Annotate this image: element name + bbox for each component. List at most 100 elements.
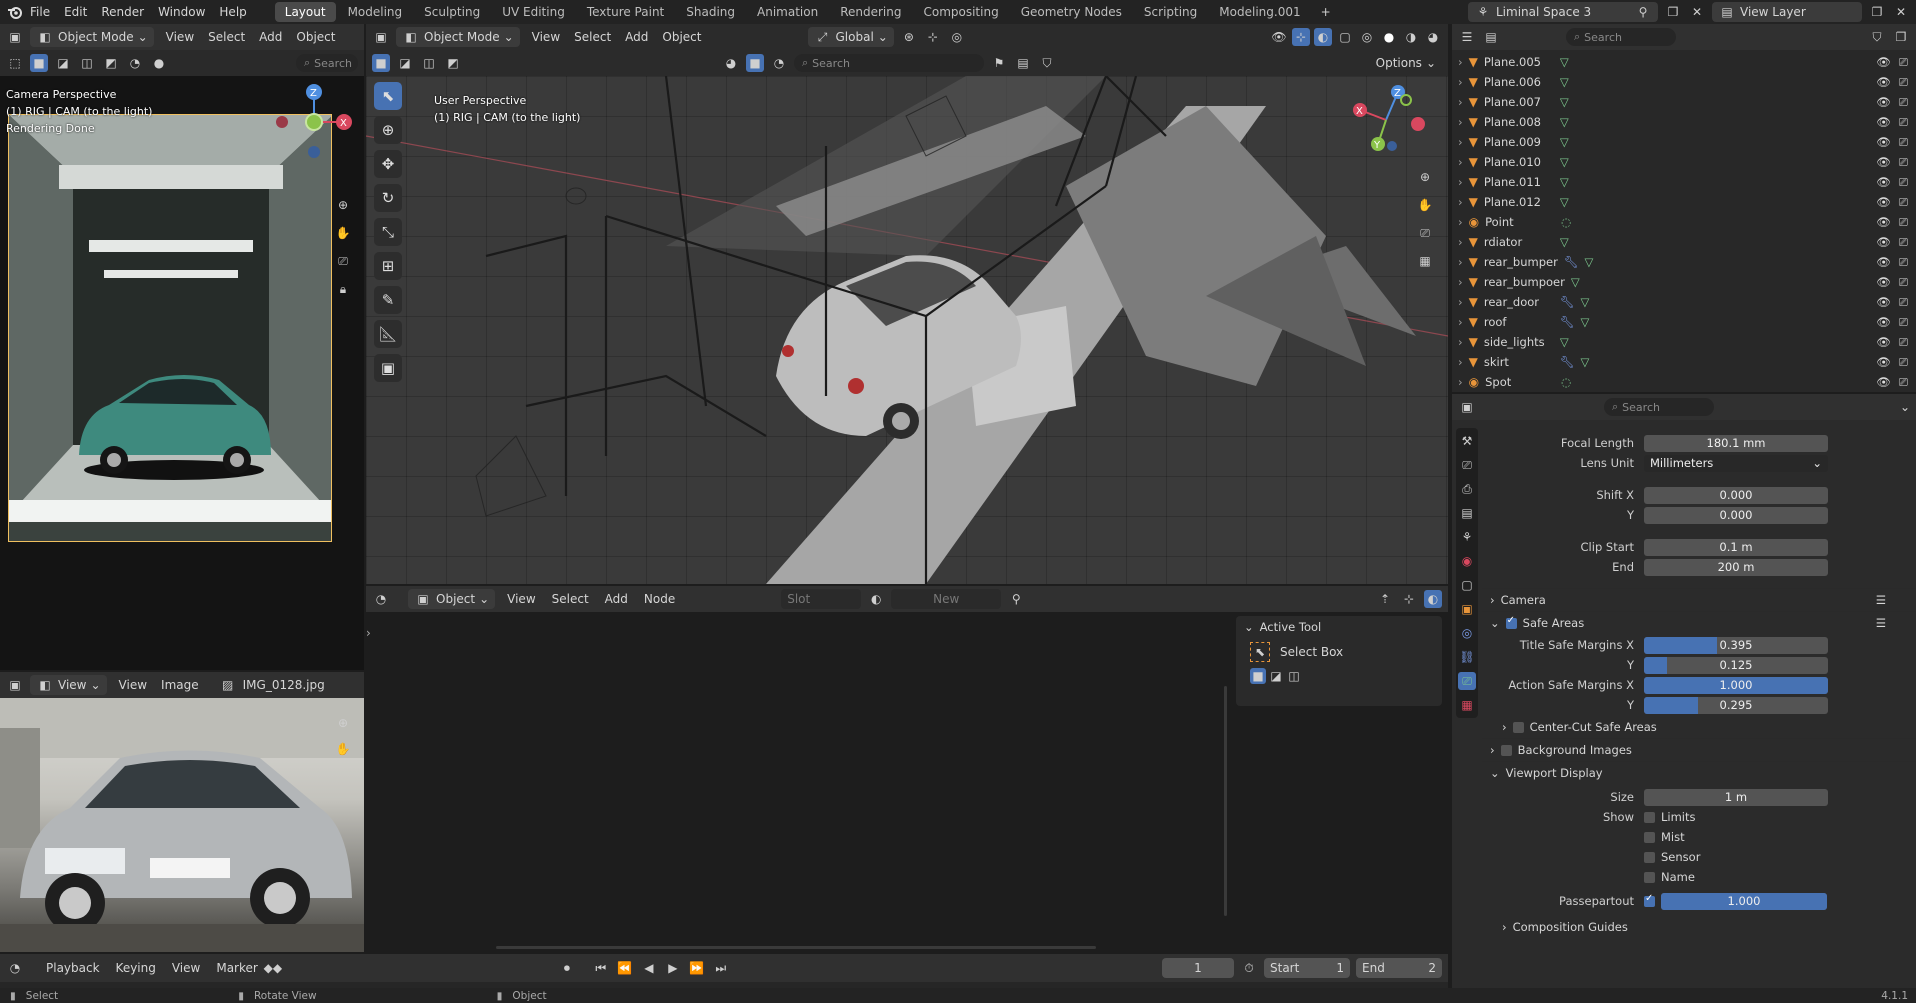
clip-start-field[interactable]: 0.1 m	[1644, 538, 1828, 556]
image-menu-image[interactable]: Image	[161, 678, 199, 692]
mist-checkbox[interactable]	[1644, 831, 1655, 843]
camera-menu-view[interactable]: View	[166, 30, 194, 44]
zoom-icon[interactable]: ⊕	[334, 196, 352, 214]
main-viewport-search[interactable]: ⌕ Search	[794, 54, 984, 72]
tab-rendering[interactable]: Rendering	[830, 2, 911, 22]
display-mode-icon[interactable]: ▤	[1014, 54, 1032, 72]
eye-icon[interactable]: 👁︎	[1876, 135, 1891, 150]
transform-orientation-dropdown[interactable]: ⤢ Global ⌄	[807, 27, 894, 47]
select-subtract-icon[interactable]: ◫	[420, 54, 438, 72]
display-mode-icon[interactable]: ▤	[1482, 28, 1500, 46]
new-scene-icon[interactable]: ❐	[1664, 3, 1682, 21]
sensor-checkbox[interactable]	[1644, 851, 1655, 863]
output-tab-icon[interactable]: ⎙	[1458, 480, 1476, 498]
scale-tool-icon[interactable]: ⤡	[374, 218, 402, 246]
main-mode-dropdown[interactable]: ◧ Object Mode ⌄	[396, 27, 520, 47]
keyframe-icon[interactable]: ◆◆	[264, 959, 282, 977]
background-images-section-header[interactable]: › Background Images	[1482, 738, 1916, 761]
mesh-data-icon[interactable]: ▽	[1560, 115, 1569, 129]
menu-render[interactable]: Render	[101, 5, 144, 19]
modifier-wrench-icon[interactable]: 🔧︎	[1560, 315, 1575, 329]
render-camera-icon[interactable]: ⎚	[1899, 235, 1908, 250]
expand-arrow-icon[interactable]: ›	[1458, 75, 1463, 89]
new-collection-icon[interactable]: ❐	[1892, 28, 1910, 46]
outliner-item[interactable]: › ◉ Spot ◌ 👁︎ ⎚	[1452, 372, 1916, 392]
play-reverse-icon[interactable]: ◀	[640, 959, 658, 977]
mesh-data-icon[interactable]: ▽	[1580, 355, 1589, 369]
menu-edit[interactable]: Edit	[64, 5, 87, 19]
viewport-display-section-header[interactable]: ⌄ Viewport Display	[1482, 761, 1916, 784]
tab-modeling[interactable]: Modeling	[338, 2, 413, 22]
mesh-data-icon[interactable]: ▽	[1571, 275, 1580, 289]
chevron-down-icon[interactable]: ⌄	[1900, 400, 1910, 414]
background-images-checkbox[interactable]	[1500, 744, 1512, 756]
camera-mode-dropdown[interactable]: ◧ Object Mode ⌄	[30, 27, 154, 47]
node-menu-node[interactable]: Node	[644, 592, 675, 606]
view-layer-selector[interactable]: ▤ View Layer	[1712, 2, 1862, 22]
action-safe-y-slider[interactable]: 0.295	[1644, 696, 1828, 714]
auto-keying-icon[interactable]: ⏺	[558, 959, 576, 977]
render-camera-icon[interactable]: ⎚	[1899, 255, 1908, 270]
tab-animation[interactable]: Animation	[747, 2, 828, 22]
bookmark-icon[interactable]: ⚑	[990, 54, 1008, 72]
tab-uv-editing[interactable]: UV Editing	[492, 2, 575, 22]
tab-scripting[interactable]: Scripting	[1134, 2, 1207, 22]
stopwatch-icon[interactable]: ⏱	[1240, 959, 1258, 977]
list-icon[interactable]: ☰	[1876, 616, 1886, 630]
jump-end-icon[interactable]: ⏭	[712, 959, 730, 977]
physics-tab-icon[interactable]: ◎	[1458, 624, 1476, 642]
world-tab-icon[interactable]: ◉	[1458, 552, 1476, 570]
pivot-icon[interactable]: ⊛	[900, 28, 918, 46]
select-subtract-icon[interactable]: ◫	[1286, 668, 1302, 684]
mesh-data-icon[interactable]: ▽	[1584, 255, 1593, 269]
timeline-menu-playback[interactable]: Playback	[46, 961, 100, 975]
scene-tab-icon[interactable]: ⚘	[1458, 528, 1476, 546]
pan-hand-icon[interactable]: ✋	[1416, 196, 1434, 214]
select-new-icon[interactable]: ■	[372, 54, 390, 72]
node-vertical-scrollbar[interactable]	[1224, 686, 1227, 916]
camera-icon[interactable]: ⎚	[1416, 224, 1434, 242]
timeline-menu-keying[interactable]: Keying	[116, 961, 156, 975]
render-camera-icon[interactable]: ⎚	[1899, 55, 1908, 70]
outliner-item[interactable]: › ▼ rear_bumper 🔧︎ ▽ 👁︎ ⎚	[1452, 252, 1916, 272]
shading-wire-icon[interactable]: ◔	[126, 54, 144, 72]
properties-search[interactable]: ⌕ Search	[1604, 398, 1714, 416]
camera-data-tab-icon[interactable]: ⎚	[1458, 672, 1476, 690]
select-box-tool-icon[interactable]: ⬉	[374, 82, 402, 110]
tab-compositing[interactable]: Compositing	[913, 2, 1008, 22]
lens-unit-dropdown[interactable]: Millimeters ⌄	[1644, 454, 1828, 472]
material-shading-icon[interactable]: ◑	[1402, 28, 1420, 46]
camera-menu-add[interactable]: Add	[259, 30, 282, 44]
camera-menu-select[interactable]: Select	[208, 30, 245, 44]
outliner-item[interactable]: › ▼ Plane.008 ▽ 👁︎ ⎚	[1452, 112, 1916, 132]
outliner-item[interactable]: › ▼ roof 🔧︎ ▽ 👁︎ ⎚	[1452, 312, 1916, 332]
render-camera-icon[interactable]: ⎚	[1899, 315, 1908, 330]
xray-icon[interactable]: ▢	[1336, 28, 1354, 46]
eye-icon[interactable]: 👁︎	[1876, 255, 1891, 270]
mesh-data-icon[interactable]: ▽	[1580, 295, 1589, 309]
expand-arrow-icon[interactable]: ›	[1458, 355, 1463, 369]
collection-tab-icon[interactable]: ▢	[1458, 576, 1476, 594]
eye-icon[interactable]: 👁︎	[1876, 375, 1891, 390]
delete-view-layer-icon[interactable]: ✕	[1892, 3, 1910, 21]
outliner-item[interactable]: › ▼ Plane.011 ▽ 👁︎ ⎚	[1452, 172, 1916, 192]
tab-layout[interactable]: Layout	[274, 2, 336, 22]
outliner-item[interactable]: › ▼ Plane.005 ▽ 👁︎ ⎚	[1452, 52, 1916, 72]
mesh-data-icon[interactable]: ▽	[1560, 55, 1569, 69]
image-name[interactable]: IMG_0128.jpg	[243, 678, 325, 692]
select-invert-icon[interactable]: ◩	[444, 54, 462, 72]
light-data-icon[interactable]: ◌	[1561, 215, 1571, 229]
passepartout-slider[interactable]: 1.000	[1661, 892, 1827, 910]
eye-icon[interactable]: 👁︎	[1876, 235, 1891, 250]
blender-logo-icon[interactable]	[6, 3, 24, 21]
safe-areas-section-header[interactable]: ⌄ Safe Areas ☰	[1482, 611, 1916, 634]
camera-section-header[interactable]: › Camera ☰	[1482, 588, 1916, 611]
node-object-dropdown[interactable]: ▣ Object ⌄	[408, 589, 496, 609]
current-frame-field[interactable]: 1	[1162, 958, 1234, 978]
render-camera-icon[interactable]: ⎚	[1899, 375, 1908, 390]
expand-arrow-icon[interactable]: ›	[1458, 295, 1463, 309]
eye-icon[interactable]: 👁︎	[1876, 355, 1891, 370]
node-horizontal-scrollbar[interactable]	[496, 946, 1096, 949]
expand-arrow-icon[interactable]: ›	[1458, 115, 1463, 129]
mesh-data-icon[interactable]: ▽	[1560, 235, 1569, 249]
